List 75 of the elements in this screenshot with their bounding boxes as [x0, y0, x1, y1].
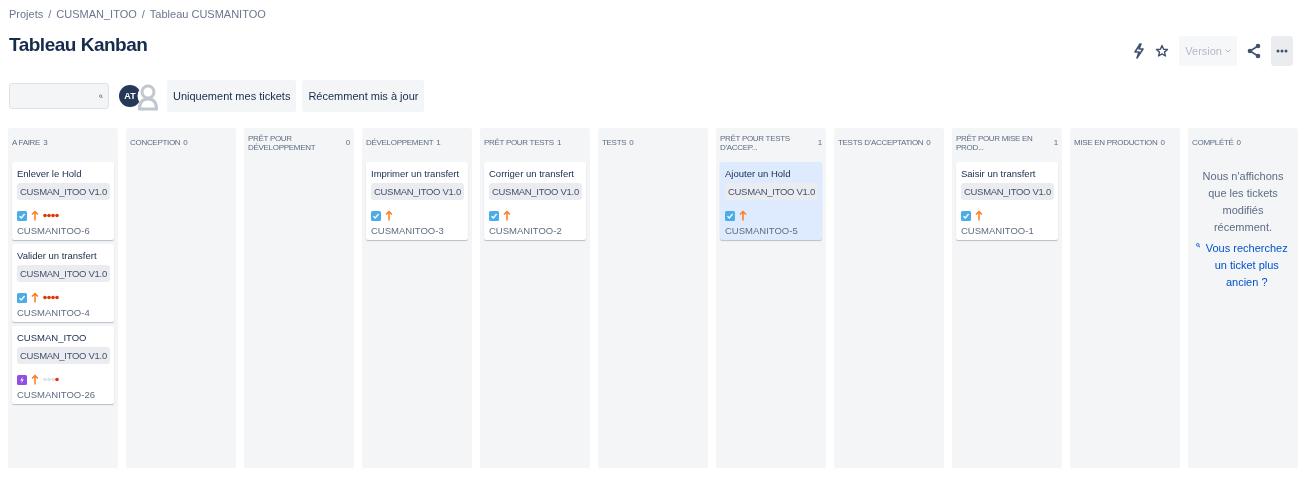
column-title: PRÊT POUR DÉVELOPPEMENT	[248, 133, 317, 153]
search-field[interactable]	[9, 83, 109, 109]
column-count: 0	[629, 138, 634, 148]
issue-card[interactable]: Enlever le Hold CUSMAN_ITOO V1.0 CUSMANITOO-6	[12, 162, 114, 240]
arrow-up-icon	[31, 292, 39, 303]
filter-button[interactable]: Récemment mis à jour	[302, 80, 425, 112]
column-title: CONCEPTION	[130, 138, 181, 148]
column-title: DÉVELOPPEMENT	[366, 138, 434, 148]
column-title: PRÊT POUR TESTS D'ACCEP...	[720, 133, 791, 153]
issue-card[interactable]: Saisir un transfert CUSMAN_ITOO V1.0 CUSMANITOO-1	[956, 162, 1058, 240]
caret-icon	[1225, 49, 1231, 53]
star-icon[interactable]	[1155, 44, 1170, 58]
more-icon	[1276, 49, 1288, 53]
column-title: PRÊT POUR TESTS	[484, 138, 554, 148]
column-count: 1	[1053, 138, 1058, 148]
arrow-up-icon	[31, 210, 39, 221]
issue-summary: Saisir un transfert	[961, 168, 1036, 179]
issue-summary: Corriger un transfert	[489, 168, 574, 179]
issue-key[interactable]: CUSMANITOO-3	[371, 225, 444, 236]
issue-card[interactable]: Valider un transfert CUSMAN_ITOO V1.0 CUSMANITOO-4	[12, 244, 114, 322]
breadcrumb-separator: /	[48, 8, 52, 22]
issue-summary: Valider un transfert	[17, 250, 97, 261]
lightning-icon[interactable]	[1133, 43, 1146, 59]
column-count: 0	[1160, 138, 1165, 148]
column-count: 1	[817, 138, 822, 148]
column-title: A FAIRE	[12, 138, 41, 148]
issue-summary: Enlever le Hold	[17, 168, 82, 179]
version-label: CUSMAN_ITOO V1.0	[17, 347, 110, 364]
issue-summary: Imprimer un transfert	[371, 168, 460, 179]
page-title: Tableau Kanban	[9, 34, 148, 56]
arrow-up-icon	[385, 210, 393, 221]
column-title: TESTS D'ACCEPTATION	[838, 138, 924, 148]
filter-button[interactable]: Uniquement mes tickets	[167, 80, 297, 112]
column-title: COMPLÉTÉ	[1192, 138, 1234, 148]
column-title: PRÊT POUR MISE EN PROD...	[956, 133, 1034, 153]
version-label: CUSMAN_ITOO V1.0	[725, 183, 818, 200]
issue-card[interactable]: Imprimer un transfert CUSMAN_ITOO V1.0 CUSMANITOO-3	[366, 162, 468, 240]
issue-key[interactable]: CUSMANITOO-5	[725, 225, 798, 236]
search-icon	[99, 91, 103, 101]
issue-key[interactable]: CUSMANITOO-1	[961, 225, 1034, 236]
arrow-up-icon	[31, 374, 39, 385]
issue-card[interactable]: Corriger un transfert CUSMAN_ITOO V1.0 CUSMANITOO-2	[484, 162, 586, 240]
issue-key[interactable]: CUSMANITOO-4	[17, 307, 90, 318]
column-count: 1	[556, 138, 562, 148]
column-count: 3	[43, 138, 48, 148]
issue-key[interactable]: CUSMANITOO-26	[17, 389, 95, 400]
column-count: 0	[183, 138, 188, 148]
issue-key[interactable]: CUSMANITOO-6	[17, 225, 90, 236]
breadcrumb-separator: /	[141, 8, 145, 22]
share-icon[interactable]	[1247, 43, 1261, 59]
issue-key[interactable]: CUSMANITOO-2	[489, 225, 562, 236]
arrow-up-icon	[503, 210, 511, 221]
issue-summary: Ajouter un Hold	[725, 168, 791, 179]
arrow-up-icon	[739, 210, 747, 221]
issue-summary: CUSMAN_ITOO	[17, 332, 87, 343]
issue-card[interactable]: Ajouter un Hold CUSMAN_ITOO V1.0 CUSMANITOO-5	[720, 162, 822, 240]
older-tickets-link[interactable]: Vous recherchez un ticket plus ancien ?	[1203, 240, 1290, 292]
column-count: 0	[1236, 138, 1241, 148]
column-count: 0	[926, 138, 931, 148]
column-count: 1	[436, 138, 441, 148]
version-label: CUSMAN_ITOO V1.0	[371, 183, 464, 200]
column-title: MISE EN PRODUCTION	[1074, 138, 1158, 148]
column-count: 0	[345, 138, 350, 148]
version-label: CUSMAN_ITOO V1.0	[961, 183, 1054, 200]
empty-column-notice: Nous n'affichons que les tickets modifiés récemment.	[1201, 169, 1285, 236]
issue-card[interactable]: CUSMAN_ITOO CUSMAN_ITOO V1.0 CUSMANITOO-26	[12, 326, 114, 404]
version-label: CUSMAN_ITOO V1.0	[17, 183, 110, 200]
breadcrumb-link[interactable]: Projets	[9, 8, 44, 24]
breadcrumb-link[interactable]: Tableau CUSMANITOO	[149, 8, 266, 24]
column-title: TESTS	[602, 138, 627, 148]
breadcrumb-link[interactable]: CUSMAN_ITOO	[56, 8, 137, 24]
version-label: CUSMAN_ITOO V1.0	[17, 265, 110, 282]
version-label: CUSMAN_ITOO V1.0	[489, 183, 582, 200]
user-avatar[interactable]: AT	[119, 85, 141, 107]
arrow-up-icon	[975, 210, 983, 221]
